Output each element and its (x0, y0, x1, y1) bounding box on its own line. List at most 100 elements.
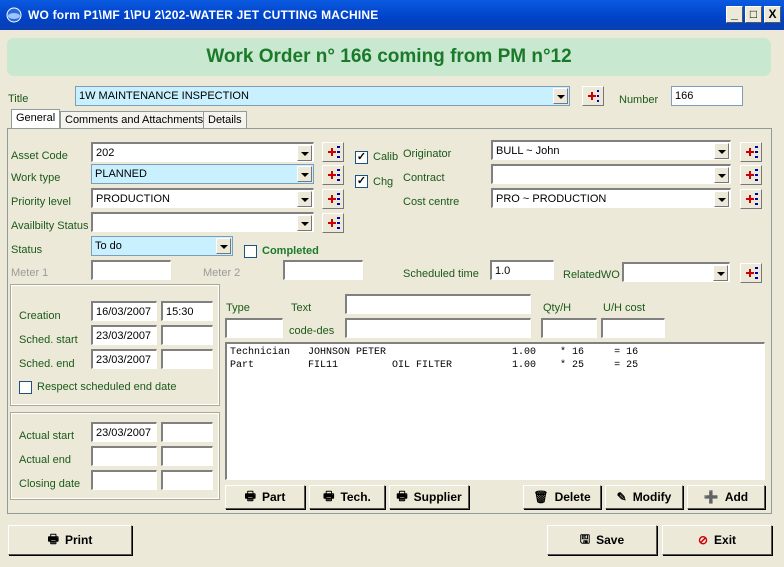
uh-cost-label: U/H cost (603, 302, 646, 314)
chevron-down-icon[interactable] (713, 265, 728, 281)
actual-start-label: Actual start (19, 430, 75, 442)
asset-code-label: Asset Code (11, 150, 68, 162)
qty-label: Qty/H (543, 302, 572, 314)
chevron-down-icon[interactable] (714, 143, 729, 159)
print-button[interactable]: 🖶 Print (8, 525, 132, 555)
window-titlebar: WO form P1\MF 1\PU 2\202-WATER JET CUTTI… (0, 0, 784, 30)
meter2-label: Meter 2 (203, 267, 241, 279)
actual-end-date-field[interactable] (91, 446, 157, 466)
code-des-field[interactable] (345, 318, 531, 338)
priority-picker-icon[interactable] (322, 189, 344, 209)
closing-date-field[interactable] (91, 470, 157, 490)
creation-time-field[interactable]: 15:30 (161, 301, 213, 321)
work-type-label: Work type (11, 172, 61, 184)
meter1-field[interactable] (91, 260, 171, 280)
chevron-down-icon[interactable] (553, 88, 568, 104)
sched-start-label: Sched. start (19, 334, 78, 346)
closing-time-field[interactable] (161, 470, 213, 490)
text-field[interactable] (345, 294, 531, 314)
tech-button[interactable]: 🖶 Tech. (309, 485, 385, 509)
scheduled-time-field[interactable]: 1.0 (490, 260, 554, 280)
priority-select[interactable]: PRODUCTION (91, 188, 314, 208)
part-button[interactable]: 🖶 Part (225, 485, 305, 509)
chevron-down-icon[interactable] (714, 167, 729, 183)
actual-end-time-field[interactable] (161, 446, 213, 466)
originator-label: Originator (403, 148, 452, 160)
completed-checkbox[interactable] (244, 245, 257, 258)
title-picker-icon[interactable] (582, 86, 604, 106)
contract-label: Contract (403, 172, 445, 184)
save-button[interactable]: 🖫 Save (547, 525, 657, 555)
modify-button[interactable]: ✎ Modify (605, 485, 683, 509)
number-field[interactable]: 166 (671, 86, 743, 106)
calib-checkbox[interactable]: ✓ (355, 151, 368, 164)
calib-label: Calib (373, 151, 399, 163)
priority-label: Priority level (11, 196, 71, 208)
sched-start-date-field[interactable]: 23/03/2007 (91, 325, 157, 345)
tab-comments[interactable]: Comments and Attachments (60, 111, 209, 129)
list-item[interactable]: Technician JOHNSON PETER 1.00 * 16 = 16 (230, 346, 761, 359)
add-button[interactable]: ➕ Add (687, 485, 765, 509)
detail-lines-list[interactable]: Technician JOHNSON PETER 1.00 * 16 = 16 P… (225, 342, 765, 480)
availability-select[interactable] (91, 212, 314, 232)
meter2-field[interactable] (283, 260, 363, 280)
chevron-down-icon[interactable] (297, 166, 312, 182)
printer-icon: 🖶 (47, 531, 59, 546)
sched-end-date-field[interactable]: 23/03/2007 (91, 349, 157, 369)
creation-label: Creation (19, 310, 61, 322)
chevron-down-icon[interactable] (297, 215, 312, 231)
related-wo-select[interactable] (622, 262, 730, 282)
app-icon (6, 7, 22, 23)
trash-icon: 🗑 (533, 490, 549, 504)
close-button[interactable]: X (764, 6, 781, 23)
related-wo-label: RelatedWO (563, 269, 620, 281)
contract-picker-icon[interactable] (740, 165, 762, 185)
type-field[interactable] (225, 318, 283, 338)
qty-field[interactable] (541, 318, 597, 338)
supplier-button[interactable]: 🖶 Supplier (389, 485, 469, 509)
delete-button[interactable]: 🗑 Delete (523, 485, 601, 509)
window-title: WO form P1\MF 1\PU 2\202-WATER JET CUTTI… (28, 8, 379, 22)
title-label: Title (8, 93, 29, 105)
respect-end-date-label: Respect scheduled end date (37, 381, 177, 393)
sched-end-time-field[interactable] (161, 349, 213, 369)
chevron-down-icon[interactable] (297, 191, 312, 207)
cost-centre-picker-icon[interactable] (740, 189, 762, 209)
asset-picker-icon[interactable] (322, 142, 344, 162)
chevron-down-icon[interactable] (714, 191, 729, 207)
work-type-picker-icon[interactable] (322, 165, 344, 185)
actual-start-time-field[interactable] (161, 422, 213, 442)
maximize-button[interactable]: □ (745, 6, 762, 23)
uh-cost-field[interactable] (601, 318, 665, 338)
exit-button[interactable]: ⊘ Exit (662, 525, 772, 555)
number-label: Number (619, 94, 659, 106)
add-icon: ➕ (703, 490, 719, 504)
cost-centre-select[interactable]: PRO ~ PRODUCTION (491, 188, 731, 208)
creation-date-field[interactable]: 16/03/2007 (91, 301, 157, 321)
minimize-button[interactable]: _ (726, 6, 743, 23)
printer-icon: 🖶 (244, 488, 256, 503)
title-select[interactable]: 1W MAINTENANCE INSPECTION (75, 86, 570, 106)
status-label: Status (11, 244, 43, 256)
actual-start-date-field[interactable]: 23/03/2007 (91, 422, 157, 442)
status-select[interactable]: To do (91, 236, 233, 256)
originator-select[interactable]: BULL ~ John (491, 140, 731, 160)
work-type-select[interactable]: PLANNED (91, 164, 314, 184)
contract-select[interactable] (491, 164, 731, 184)
chg-label: Chg (373, 176, 394, 188)
related-wo-picker-icon[interactable] (740, 263, 762, 283)
originator-picker-icon[interactable] (740, 142, 762, 162)
tab-general[interactable]: General (11, 109, 61, 130)
tab-details[interactable]: Details (203, 111, 247, 129)
closing-date-label: Closing date (19, 478, 81, 490)
asset-code-select[interactable]: 202 (91, 142, 314, 162)
chevron-down-icon[interactable] (216, 238, 231, 254)
chevron-down-icon[interactable] (297, 145, 312, 161)
list-item[interactable]: Part FIL11 OIL FILTER 1.00 * 25 = 25 (230, 359, 761, 372)
text-label: Text (291, 302, 312, 314)
availability-picker-icon[interactable] (322, 213, 344, 233)
sched-start-time-field[interactable] (161, 325, 213, 345)
sched-end-label: Sched. end (19, 358, 75, 370)
respect-end-date-checkbox[interactable] (19, 381, 32, 394)
chg-checkbox[interactable]: ✓ (355, 175, 368, 188)
